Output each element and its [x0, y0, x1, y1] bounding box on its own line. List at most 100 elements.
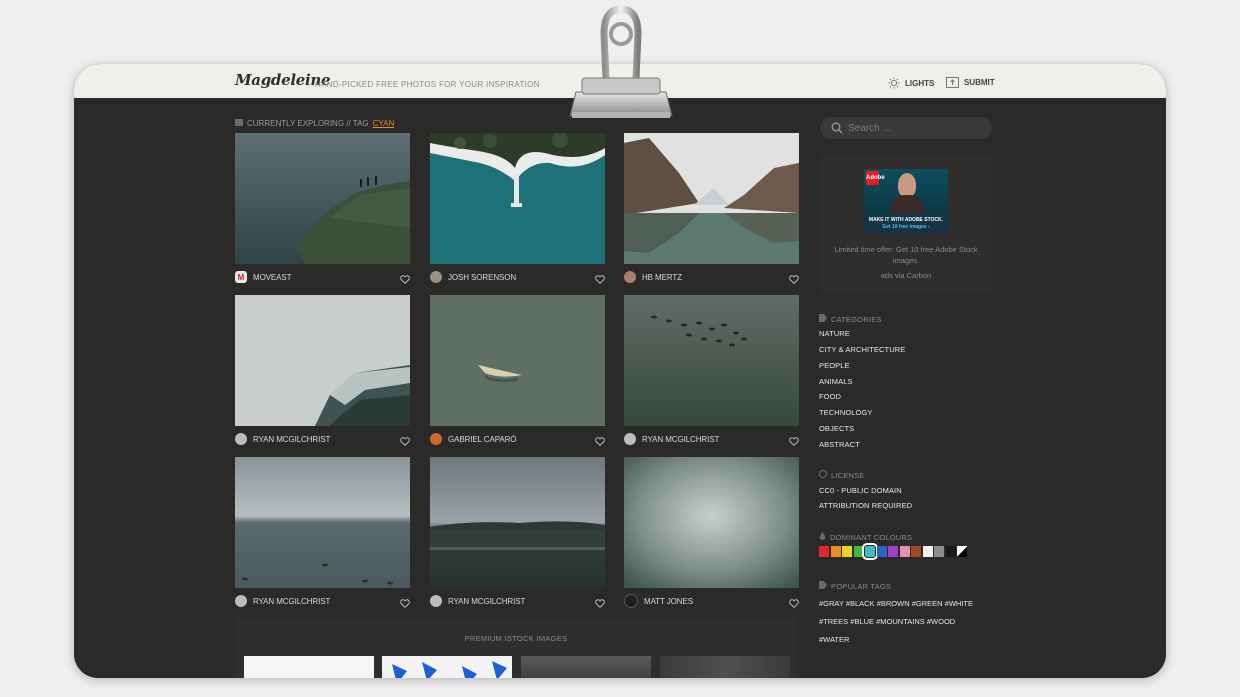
photo-author-link[interactable]: RYAN MCGILCHRIST — [642, 435, 719, 444]
premium-title: PREMIUM ISTOCK IMAGES — [464, 634, 568, 643]
photo-ducks-water[interactable] — [624, 295, 799, 426]
category-abstract[interactable]: ABSTRACT — [819, 440, 860, 449]
swatch-yellow[interactable] — [842, 546, 852, 557]
photo-author-link[interactable]: GABRIEL CAPARÓ — [448, 435, 517, 444]
photo-misty-cliff[interactable] — [235, 133, 410, 264]
ad-model-body — [890, 195, 924, 213]
photo-author-link[interactable]: HB MERTZ — [642, 273, 682, 282]
ad-cta: MAKE IT WITH ADOBE STOCK. Get 10 free im… — [864, 217, 948, 234]
heart-icon[interactable] — [595, 433, 605, 451]
license-cc0[interactable]: CC0 - PUBLIC DOMAIN — [819, 486, 902, 495]
breadcrumb-prefix: CURRENTLY EXPLORING // TAG — [247, 119, 369, 128]
photo-mountain-lake[interactable] — [624, 133, 799, 264]
category-nature[interactable]: NATURE — [819, 329, 850, 338]
photo-card[interactable]: GABRIEL CAPARÓ — [430, 295, 605, 446]
category-food[interactable]: FOOD — [819, 392, 841, 401]
premium-thumb[interactable] — [521, 656, 651, 678]
tag-icon — [819, 314, 827, 324]
tag-link[interactable]: #TREES — [819, 617, 848, 626]
photo-meta: RYAN MCGILCHRIST — [430, 594, 605, 608]
photo-author-link[interactable]: MATT JONES — [644, 597, 693, 606]
photo-meta: M MOVEAST — [235, 270, 410, 284]
lights-label: LIGHTS — [905, 78, 935, 88]
premium-thumb-butterflies[interactable] — [382, 656, 512, 678]
category-animals[interactable]: ANIMALS — [819, 377, 853, 386]
tag-link[interactable]: #WATER — [819, 635, 849, 644]
folder-icon — [235, 119, 243, 128]
ad-via-link[interactable]: ads via Carbon — [820, 271, 992, 280]
swatch-green[interactable] — [853, 546, 864, 557]
tag-link[interactable]: #BLUE — [850, 617, 874, 626]
heart-icon[interactable] — [595, 595, 605, 613]
tag-link[interactable]: #MOUNTAINS — [876, 617, 925, 626]
swatch-purple[interactable] — [888, 546, 898, 557]
category-objects[interactable]: OBJECTS — [819, 424, 854, 433]
breadcrumb: CURRENTLY EXPLORING // TAG CYAN — [235, 119, 394, 128]
license-attribution[interactable]: ATTRIBUTION REQUIRED — [819, 501, 912, 510]
breadcrumb-tag-link[interactable]: CYAN — [373, 119, 395, 128]
premium-thumb[interactable] — [244, 656, 374, 678]
heart-icon[interactable] — [595, 271, 605, 289]
swatch-brown[interactable] — [911, 546, 921, 557]
swatch-red[interactable] — [819, 546, 829, 557]
lights-button[interactable]: LIGHTS — [888, 77, 934, 89]
adobe-logo: Adobe — [866, 171, 885, 185]
photo-floating-leaf[interactable] — [430, 295, 605, 426]
swatch-white[interactable] — [922, 546, 933, 557]
photo-card[interactable]: JOSH SORENSON — [430, 132, 605, 284]
photo-author-link[interactable]: MOVEAST — [253, 273, 292, 282]
carbon-ad[interactable]: Adobe MAKE IT WITH ADOBE STOCK. Get 10 f… — [820, 156, 992, 294]
ad-headline: MAKE IT WITH ADOBE STOCK. — [868, 217, 944, 223]
heart-icon[interactable] — [789, 595, 799, 613]
heart-icon[interactable] — [789, 433, 799, 451]
colours-heading: DOMINANT COLOURS — [819, 532, 912, 542]
tag-link[interactable]: #BLACK — [846, 599, 875, 608]
photo-waterfall-fog[interactable] — [235, 295, 410, 426]
swatch-bw[interactable] — [957, 546, 967, 557]
premium-thumb[interactable] — [660, 656, 790, 678]
cc-icon — [819, 470, 827, 480]
photo-author-link[interactable]: JOSH SORENSON — [448, 273, 516, 282]
photo-card[interactable]: M MOVEAST — [235, 133, 410, 284]
tag-link[interactable]: #GREEN — [912, 599, 943, 608]
photo-author-link[interactable]: RYAN MCGILCHRIST — [253, 597, 330, 606]
photo-author-link[interactable]: RYAN MCGILCHRIST — [253, 435, 330, 444]
heart-icon[interactable] — [400, 595, 410, 613]
search-input[interactable]: Search ... — [848, 123, 891, 134]
popular-tags-title: POPULAR TAGS — [831, 581, 892, 591]
swatch-gray[interactable] — [934, 546, 944, 557]
photo-card[interactable]: RYAN MCGILCHRIST — [624, 295, 799, 446]
tag-link[interactable]: #WHITE — [945, 599, 973, 608]
photo-aerial-pier[interactable] — [430, 132, 605, 264]
photo-card[interactable]: HB MERTZ — [624, 133, 799, 284]
category-technology[interactable]: TECHNOLOGY — [819, 408, 873, 417]
photo-card[interactable]: MATT JONES — [624, 457, 799, 608]
photo-cloudy-sea[interactable] — [235, 457, 410, 588]
submit-button[interactable]: SUBMIT — [946, 77, 995, 88]
colours-title: DOMINANT COLOURS — [830, 532, 913, 542]
heart-icon[interactable] — [400, 271, 410, 289]
photo-card[interactable]: RYAN MCGILCHRIST — [235, 457, 410, 608]
swatch-black[interactable] — [945, 546, 956, 557]
heart-icon[interactable] — [789, 271, 799, 289]
ad-model-head — [898, 173, 916, 197]
search-box[interactable]: Search ... — [820, 117, 992, 139]
category-people[interactable]: PEOPLE — [819, 361, 850, 370]
swatch-pink[interactable] — [899, 546, 910, 557]
tag-link[interactable]: #WOOD — [927, 617, 955, 626]
ad-image[interactable]: Adobe MAKE IT WITH ADOBE STOCK. Get 10 f… — [864, 169, 948, 234]
photo-reflective-water[interactable] — [624, 457, 799, 588]
tag-link[interactable]: #GRAY — [819, 599, 844, 608]
photo-lake-horizon[interactable] — [430, 457, 605, 588]
photo-card[interactable]: RYAN MCGILCHRIST — [430, 457, 605, 608]
photo-author-link[interactable]: RYAN MCGILCHRIST — [448, 597, 525, 606]
photo-card[interactable]: RYAN MCGILCHRIST — [235, 295, 410, 446]
swatch-cyan-selected[interactable] — [862, 543, 878, 560]
sun-icon — [888, 77, 900, 89]
heart-icon[interactable] — [400, 433, 410, 451]
ad-text[interactable]: Limited time offer: Get 10 free Adobe St… — [828, 244, 984, 266]
swatch-blue[interactable] — [876, 546, 887, 557]
category-city-architecture[interactable]: CITY & ARCHITECTURE — [819, 345, 905, 354]
swatch-orange[interactable] — [830, 546, 841, 557]
tag-link[interactable]: #BROWN — [877, 599, 910, 608]
